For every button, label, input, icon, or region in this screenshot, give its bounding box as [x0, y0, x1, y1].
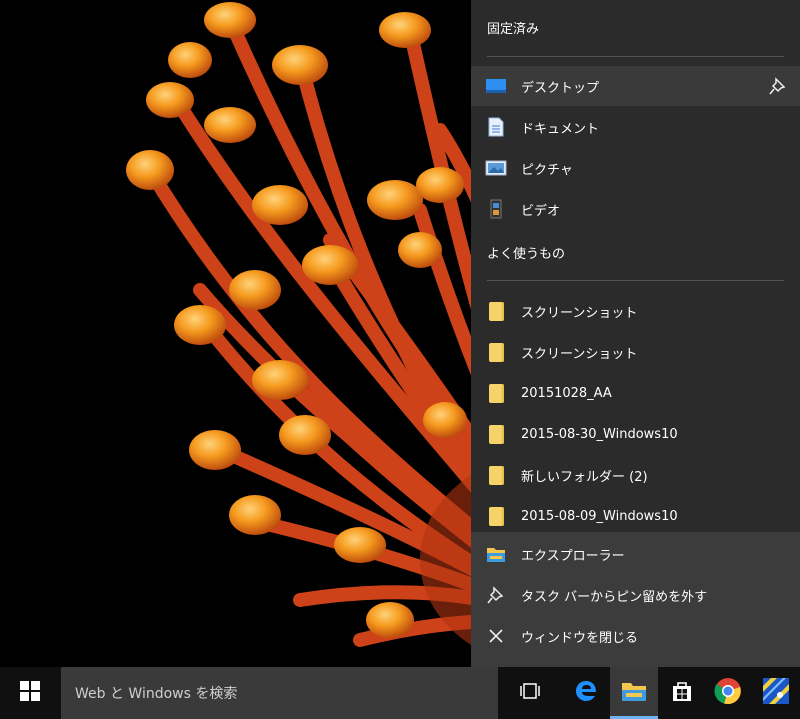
- pinned-header: 固定済み: [487, 22, 540, 37]
- folder-icon: [485, 300, 507, 322]
- search-placeholder: Web と Windows を検索: [75, 686, 238, 702]
- file-explorer-icon: [621, 680, 647, 706]
- action-label: ウィンドウを閉じる: [521, 630, 639, 646]
- frequent-item[interactable]: スクリーンショット: [471, 332, 800, 372]
- unpin-icon[interactable]: [768, 76, 788, 96]
- jump-list-actions: エクスプローラー タスク バーからピン留めを外す ウィンドウを閉じる: [471, 532, 800, 667]
- frequent-item-label: スクリーンショット: [521, 346, 638, 362]
- action-label: タスク バーからピン留めを外す: [521, 589, 708, 605]
- app-icon: [763, 678, 789, 708]
- pinned-item-documents[interactable]: ドキュメント: [471, 107, 800, 147]
- task-view-icon: [519, 681, 541, 705]
- folder-icon: [485, 464, 507, 486]
- folder-icon: [485, 341, 507, 363]
- videos-icon: [485, 198, 507, 220]
- store-icon: [670, 679, 694, 707]
- store-taskbar-button[interactable]: [658, 667, 706, 719]
- edge-taskbar-button[interactable]: [562, 667, 610, 719]
- chrome-icon: [714, 677, 742, 709]
- pinned-item-label: ピクチャ: [521, 162, 573, 178]
- close-window-action[interactable]: ウィンドウを閉じる: [471, 616, 800, 656]
- folder-icon: [485, 505, 507, 527]
- chrome-taskbar-button[interactable]: [704, 667, 752, 719]
- close-icon: [485, 625, 507, 647]
- frequent-item-label: 2015-08-30_Windows10: [521, 426, 678, 442]
- pinned-item-label: デスクトップ: [521, 80, 600, 96]
- jump-list: 固定済み デスクトップ ドキュメント ピクチャ ビデオ よく使うもの スクリーン…: [471, 0, 800, 667]
- documents-icon: [485, 116, 507, 138]
- desktop-icon: [485, 75, 507, 97]
- pinned-item-videos[interactable]: ビデオ: [471, 189, 800, 229]
- frequent-item[interactable]: 新しいフォルダー (2): [471, 455, 800, 495]
- separator: [487, 56, 784, 57]
- pinned-item-label: ドキュメント: [521, 121, 600, 137]
- frequent-item[interactable]: 20151028_AA: [471, 373, 800, 413]
- frequent-item-label: スクリーンショット: [521, 305, 638, 321]
- pinned-item-desktop[interactable]: デスクトップ: [471, 66, 800, 106]
- frequent-header: よく使うもの: [487, 247, 566, 262]
- folder-icon: [485, 423, 507, 445]
- unpin-from-taskbar-action[interactable]: タスク バーからピン留めを外す: [471, 575, 800, 615]
- task-view-button[interactable]: [506, 667, 554, 719]
- taskbar: Web と Windows を検索: [0, 667, 800, 719]
- app-taskbar-button[interactable]: [752, 667, 800, 719]
- frequent-item-label: 新しいフォルダー (2): [521, 469, 648, 485]
- file-explorer-icon: [485, 543, 507, 565]
- frequent-item[interactable]: スクリーンショット: [471, 291, 800, 331]
- start-button[interactable]: [0, 667, 60, 719]
- file-explorer-taskbar-button[interactable]: [610, 667, 658, 719]
- pictures-icon: [485, 157, 507, 179]
- pinned-item-pictures[interactable]: ピクチャ: [471, 148, 800, 188]
- search-box[interactable]: Web と Windows を検索: [61, 667, 498, 719]
- frequent-item-label: 20151028_AA: [521, 385, 612, 401]
- separator: [487, 280, 784, 281]
- frequent-item[interactable]: 2015-08-09_Windows10: [471, 496, 800, 536]
- action-label: エクスプローラー: [521, 548, 625, 564]
- open-file-explorer-action[interactable]: エクスプローラー: [471, 534, 800, 574]
- windows-logo-icon: [20, 681, 40, 705]
- folder-icon: [485, 382, 507, 404]
- frequent-item-label: 2015-08-09_Windows10: [521, 508, 678, 524]
- pinned-item-label: ビデオ: [521, 203, 561, 219]
- edge-icon: [574, 679, 598, 707]
- frequent-item[interactable]: 2015-08-30_Windows10: [471, 414, 800, 454]
- unpin-icon: [485, 584, 507, 606]
